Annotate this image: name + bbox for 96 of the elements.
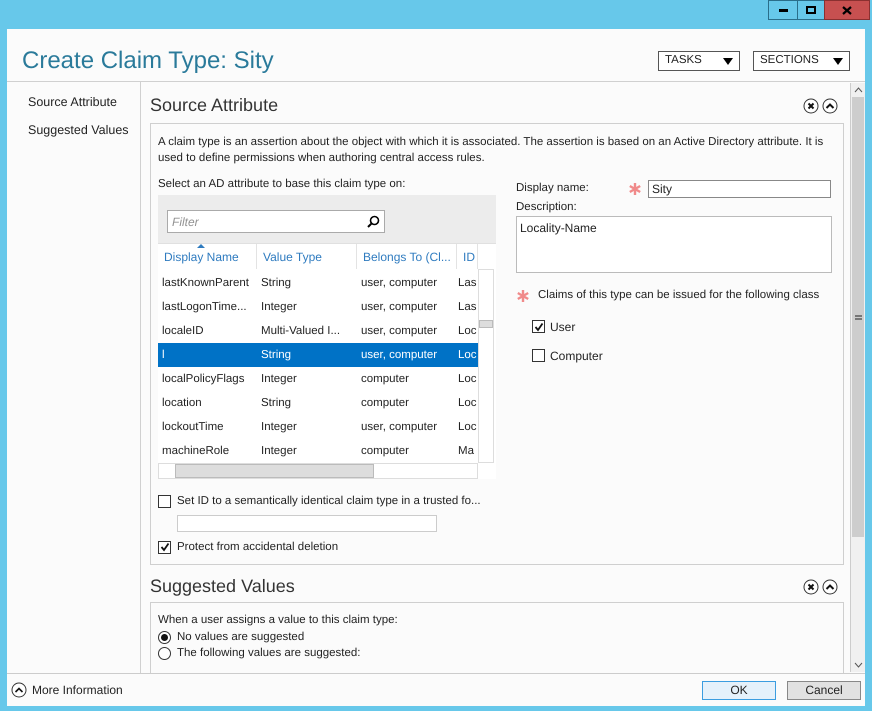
table-cell-text: Integer — [260, 420, 298, 435]
close-icon[interactable] — [803, 578, 819, 594]
filter-field[interactable]: Filter — [172, 212, 352, 231]
table-row[interactable]: l String user, computer Loc — [158, 343, 478, 368]
table-row[interactable]: lockoutTime Integer user, computer Loc — [158, 415, 478, 440]
table-cell-text: user, computer — [360, 300, 438, 315]
table-cell-text: lastLogonTime... — [161, 300, 248, 315]
section-heading: Suggested Values — [150, 575, 295, 598]
vertical-scrollbar[interactable] — [478, 269, 494, 464]
table-cell-text: lastKnownParent — [161, 276, 250, 291]
dialog-button[interactable]: Cancel — [787, 680, 861, 700]
prompt-text: When a user assigns a value to this claim type: — [158, 613, 399, 628]
page-scrollbar[interactable] — [850, 83, 865, 672]
table-cell-text: Loc — [457, 348, 478, 363]
required-icon — [628, 182, 642, 196]
table-row[interactable]: localPolicyFlags Integer computer Loc — [158, 367, 478, 392]
required-icon — [516, 288, 530, 303]
field-label: Description: — [516, 200, 578, 215]
more-information-link[interactable]: More Information — [32, 681, 123, 699]
table-cell-text: l — [161, 348, 166, 363]
column-header[interactable]: Value Type — [257, 244, 357, 270]
field-label: Select an AD attribute to base this claim type on: — [158, 177, 406, 192]
horizontal-scrollbar[interactable] — [158, 463, 478, 480]
dropdown-menu[interactable]: SECTIONS — [753, 51, 850, 71]
radio-button[interactable] — [158, 631, 171, 644]
column-header[interactable]: Belongs To (Cl... — [357, 244, 457, 270]
table-cell-text: Integer — [260, 444, 298, 459]
intro-text: A claim type is an assertion about the object with which it is associated. The assertion is based on an Active Directory attribute. It is used to define permissions when authoring central access rules. — [158, 135, 824, 166]
dropdown-menu[interactable]: TASKS — [658, 51, 740, 71]
table-cell-text: user, computer — [360, 348, 438, 363]
radio-label: No values are suggested — [177, 630, 304, 645]
display-name-field[interactable]: Sity — [648, 180, 831, 198]
collapse-icon[interactable] — [822, 98, 838, 114]
close-icon — [842, 6, 852, 14]
expand-icon[interactable] — [11, 682, 27, 698]
column-header[interactable]: Display Name — [158, 244, 257, 270]
checkbox-label: Protect from accidental deletion — [177, 540, 338, 554]
checkbox-label: User — [550, 318, 576, 336]
checkbox-label: Computer — [550, 348, 603, 364]
table-cell-text: Loc — [457, 396, 478, 411]
checkbox[interactable] — [158, 495, 171, 508]
table-cell-text: user, computer — [360, 324, 438, 339]
checkbox[interactable] — [532, 349, 545, 362]
nav-link[interactable]: Suggested Values — [28, 120, 140, 140]
checkbox[interactable] — [158, 540, 171, 554]
section-heading: Source Attribute — [150, 94, 278, 117]
table-row[interactable]: lastKnownParent String user, computer Las — [158, 271, 478, 296]
search-icon — [367, 215, 380, 228]
checkbox[interactable] — [532, 320, 545, 333]
table-cell-text: localeID — [161, 324, 205, 339]
table-cell-text: localPolicyFlags — [161, 372, 246, 387]
table-cell-text: Loc — [457, 420, 478, 435]
table-cell-text: user, computer — [360, 420, 438, 435]
minimize-button[interactable] — [768, 0, 798, 20]
table-row[interactable]: location String computer Loc — [158, 391, 478, 416]
table-cell-text: Loc — [457, 372, 478, 387]
radio-button[interactable] — [158, 647, 171, 660]
collapse-icon[interactable] — [822, 578, 838, 594]
table-cell-text: String — [260, 348, 292, 363]
table-cell-text: Las — [457, 276, 478, 291]
dialog-button[interactable]: OK — [702, 680, 776, 700]
sort-arrow-icon — [197, 244, 206, 248]
close-button[interactable] — [824, 0, 870, 20]
table-cell-text: Integer — [260, 372, 298, 387]
table-cell-text: Loc — [457, 324, 478, 339]
maximize-button[interactable] — [798, 0, 824, 20]
table-cell-text: location — [161, 396, 203, 411]
table-row[interactable]: machineRole Integer computer Ma — [158, 439, 478, 464]
table-cell-text: Integer — [260, 300, 298, 315]
id-input-field[interactable] — [177, 514, 437, 532]
close-icon[interactable] — [803, 98, 819, 114]
radio-label: The following values are suggested: — [177, 646, 360, 661]
window-title: Create Claim Type: Sity — [22, 49, 274, 75]
field-label: Claims of this type can be issued for the following class — [538, 288, 820, 304]
caret-icon — [833, 58, 843, 64]
table-cell-text: String — [260, 396, 292, 411]
caret-icon — [723, 58, 733, 64]
table-cell-text: String — [260, 276, 292, 291]
scroll-thumb[interactable] — [852, 97, 864, 537]
filter-box[interactable]: Filter — [167, 210, 385, 234]
table-cell-text: computer — [360, 444, 410, 459]
table-row[interactable]: localeID Multi-Valued I... user, computer Loc — [158, 319, 478, 344]
table-cell-text: Multi-Valued I... — [260, 324, 342, 339]
table-cell-text: computer — [360, 396, 410, 411]
nav-link[interactable]: Source Attribute — [28, 93, 140, 112]
table-cell-text: computer — [360, 372, 410, 387]
table-cell-text: machineRole — [161, 444, 230, 459]
column-header[interactable]: ID — [457, 244, 478, 270]
field-label: Display name: — [516, 181, 590, 196]
table-cell-text: Las — [457, 300, 478, 315]
description-field[interactable]: Locality-Name — [516, 216, 832, 274]
checkbox-label: Set ID to a semantically identical claim type in a trusted fo... — [177, 494, 481, 510]
table-row[interactable]: lastLogonTime... Integer user, computer Las — [158, 295, 478, 320]
table-cell-text: user, computer — [360, 276, 438, 291]
table-cell-text: Ma — [457, 444, 475, 459]
table-cell-text: lockoutTime — [161, 420, 225, 435]
